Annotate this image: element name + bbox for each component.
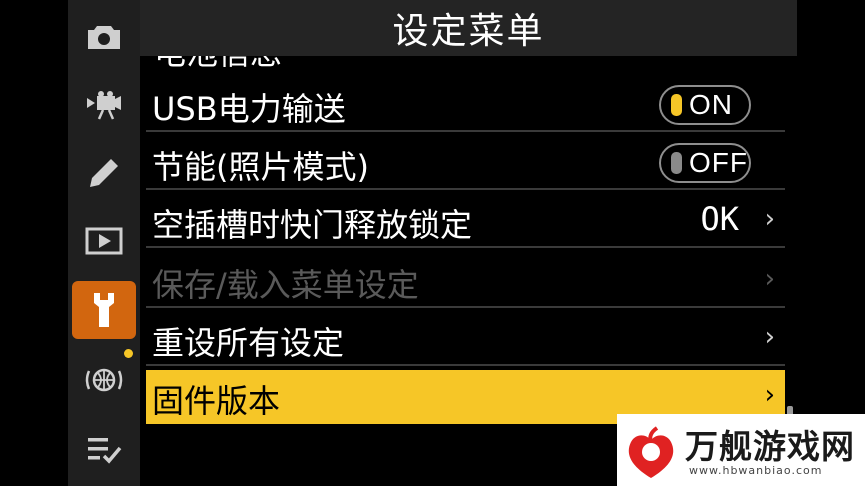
- menu-item-label: 节能(照片模式): [152, 148, 369, 186]
- menu-item-energy-saving[interactable]: 节能(照片模式) OFF: [146, 136, 785, 190]
- menu-item-cutoff[interactable]: 电池信息: [146, 56, 785, 76]
- tab-my-menu[interactable]: [68, 420, 140, 478]
- chevron-right-icon: ›: [764, 264, 775, 294]
- left-border: [0, 0, 68, 486]
- tab-photo-shooting[interactable]: [68, 8, 140, 66]
- menu-item-value: OK: [700, 200, 739, 238]
- toggle-knob: [671, 94, 682, 116]
- tab-movie-shooting[interactable]: [68, 76, 140, 134]
- chevron-right-icon: ›: [764, 322, 775, 352]
- menu-item-label: 电池信息: [154, 56, 282, 74]
- my-menu-icon: [88, 438, 122, 464]
- movie-icon: [87, 91, 121, 120]
- toggle-state: ON: [689, 89, 733, 120]
- energy-saving-toggle[interactable]: OFF: [659, 143, 751, 183]
- playback-icon: [85, 227, 123, 255]
- toggle-knob: [671, 152, 682, 174]
- tab-playback[interactable]: [68, 212, 140, 270]
- tab-custom-settings[interactable]: [68, 144, 140, 202]
- usb-power-toggle[interactable]: ON: [659, 85, 751, 125]
- watermark-logo-icon: [628, 426, 674, 478]
- menu-item-usb-power-delivery[interactable]: USB电力输送 ON: [146, 78, 785, 132]
- menu-item-slot-empty-release-lock[interactable]: 空插槽时快门释放锁定 OK ›: [146, 194, 785, 248]
- tab-setup[interactable]: [72, 281, 136, 339]
- chevron-right-icon: ›: [764, 204, 775, 234]
- page-title: 设定菜单: [392, 11, 545, 52]
- menu-item-reset-all-settings[interactable]: 重设所有设定 ›: [146, 312, 785, 366]
- watermark-title: 万舰游戏网: [685, 427, 855, 466]
- chevron-right-icon: ›: [764, 380, 775, 410]
- camera-icon: [88, 26, 120, 49]
- sidebar: [68, 0, 140, 486]
- menu-item-label: 空插槽时快门释放锁定: [152, 206, 473, 244]
- watermark: 万舰游戏网 www.hbwanbiao.com: [617, 414, 865, 486]
- network-icon: [85, 368, 123, 392]
- tab-network[interactable]: [68, 351, 140, 409]
- watermark-url: www.hbwanbiao.com: [689, 464, 823, 477]
- menu-item-label: 保存/载入菜单设定: [152, 266, 419, 304]
- menu-item-save-load-settings: 保存/载入菜单设定 ›: [146, 254, 785, 308]
- pencil-icon: [90, 159, 118, 187]
- menu-item-label: 固件版本: [152, 382, 281, 420]
- menu-header: 设定菜单: [140, 0, 797, 56]
- menu-item-label: 重设所有设定: [152, 324, 345, 362]
- wrench-icon: [94, 293, 114, 327]
- menu-item-label: USB电力输送: [152, 90, 346, 128]
- toggle-state: OFF: [689, 147, 748, 178]
